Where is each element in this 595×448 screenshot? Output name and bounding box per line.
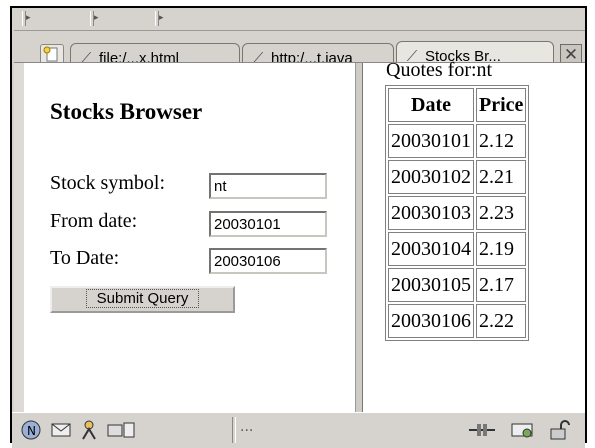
table-row: 20030103 2.23 <box>388 196 527 230</box>
date-cell: 20030104 <box>388 232 474 266</box>
quotes-pane: Quotes for:nt Date Price 20030101 2.12 20… <box>363 59 585 413</box>
toolbar-grip-1[interactable]: ▸ <box>22 11 34 26</box>
date-cell: 20030102 <box>388 160 474 194</box>
toolbar-grip-3[interactable]: ▸ <box>155 11 167 26</box>
from-date-input[interactable]: 20030101 <box>209 211 327 237</box>
price-cell: 2.19 <box>476 232 527 266</box>
quotes-title: Quotes for:nt <box>386 59 493 81</box>
lock-icon[interactable] <box>547 419 573 441</box>
price-cell: 2.21 <box>476 160 527 194</box>
pane-splitter[interactable] <box>355 63 363 413</box>
date-cell: 20030106 <box>388 304 474 338</box>
to-date-label: To Date: <box>50 247 120 269</box>
date-cell: 20030105 <box>388 268 474 302</box>
status-separator <box>232 417 236 443</box>
status-more[interactable]: ... <box>240 419 253 435</box>
content-area: Stocks Browser Stock symbol: nt From dat… <box>14 59 585 413</box>
date-cell: 20030103 <box>388 196 474 230</box>
price-column-header: Price <box>476 88 527 122</box>
svg-text:N: N <box>27 424 36 438</box>
browser-window: ▸ ▸ ▸ ⟋ file:/...x.html ⟋ http:/...t.java … <box>10 6 587 448</box>
table-row: 20030104 2.19 <box>388 232 527 266</box>
connection-icon[interactable] <box>467 419 497 441</box>
table-row: 20030102 2.21 <box>388 160 527 194</box>
from-date-label: From date: <box>50 210 138 232</box>
addressbook-icon[interactable] <box>106 419 136 441</box>
date-column-header: Date <box>388 88 474 122</box>
mail-icon[interactable] <box>50 419 72 441</box>
date-cell: 20030101 <box>388 124 474 158</box>
table-row: 20030106 2.22 <box>388 304 527 338</box>
toolbar-strip: ▸ ▸ ▸ <box>14 8 585 31</box>
to-date-input[interactable]: 20030106 <box>209 248 327 274</box>
submit-query-button[interactable]: Submit Query <box>50 286 235 313</box>
stock-symbol-input[interactable]: nt <box>209 173 327 199</box>
stock-symbol-label: Stock symbol: <box>50 172 166 194</box>
security-cert-icon[interactable] <box>509 419 537 441</box>
navigator-icon[interactable]: N <box>20 419 42 441</box>
submit-query-label: Submit Query <box>85 289 200 308</box>
table-row: 20030105 2.17 <box>388 268 527 302</box>
table-header-row: Date Price <box>388 88 527 122</box>
toolbar-grip-2[interactable]: ▸ <box>90 11 102 26</box>
price-cell: 2.17 <box>476 268 527 302</box>
quotes-table: Date Price 20030101 2.12 20030102 2.21 200… <box>385 85 530 341</box>
price-cell: 2.12 <box>476 124 527 158</box>
table-row: 20030101 2.12 <box>388 124 527 158</box>
price-cell: 2.22 <box>476 304 527 338</box>
composer-icon[interactable] <box>78 419 100 441</box>
pane-gutter <box>14 63 24 413</box>
form-pane: Stocks Browser Stock symbol: nt From dat… <box>14 63 354 413</box>
price-cell: 2.23 <box>476 196 527 230</box>
page-title: Stocks Browser <box>50 99 203 124</box>
